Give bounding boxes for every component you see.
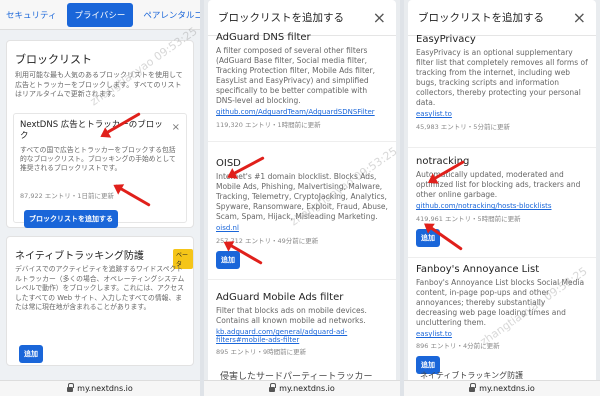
close-icon[interactable]: × — [573, 8, 586, 27]
lock-icon — [469, 383, 477, 392]
item-link[interactable]: easylist.to — [416, 110, 588, 118]
add-button[interactable]: 追加 — [216, 251, 240, 269]
item-link[interactable]: oisd.nl — [216, 224, 388, 232]
item-meta: 119,320 エントリ・1時間前に更新 — [216, 121, 321, 129]
tab-bar: セキュリティ プライバシー ペアレンタルコント — [0, 0, 200, 30]
item-meta: 419,961 エントリ・5時間前に更新 — [416, 215, 521, 223]
blocklist-item-adguard-mobile: AdGuard Mobile Ads filter Filter that bl… — [208, 288, 396, 372]
blocklist-item-fanboy: Fanboy's Annoyance List Fanboy's Annoyan… — [408, 260, 596, 374]
modal-header: ブロックリストを追加する × — [208, 0, 396, 36]
add-blocklist-button[interactable]: ブロックリストを追加する — [24, 210, 118, 228]
close-icon[interactable]: × — [373, 8, 386, 27]
item-description: EasyPrivacy is an optional supplementary… — [416, 48, 588, 107]
url-text: my.nextdns.io — [77, 384, 133, 393]
url-bar: my.nextdns.io — [204, 380, 400, 396]
add-blocklist-modal: ブロックリストを追加する × EasyPrivacy EasyPrivacy i… — [408, 0, 596, 380]
blocklist-item-notracking: notracking Automatically updated, modera… — [408, 150, 596, 258]
item-meta: 896 エントリ・4分前に更新 — [416, 342, 500, 350]
item-link[interactable]: kb.adguard.com/general/adguard-ad-filter… — [216, 328, 388, 344]
add-blocklist-panel: ブロックリストを追加する × AdGuard DNS filter A filt… — [204, 0, 400, 396]
tab-security[interactable]: セキュリティ — [0, 9, 63, 21]
item-description: Internet's #1 domain blocklist. Blocks A… — [216, 172, 388, 221]
item-link[interactable]: easylist.to — [416, 330, 588, 338]
add-button[interactable]: 追加 — [19, 345, 43, 363]
item-meta: 45,983 エントリ・5分前に更新 — [416, 123, 510, 131]
tab-parental-control[interactable]: ペアレンタルコント — [137, 9, 200, 21]
item-title: EasyPrivacy — [416, 34, 476, 45]
url-bar: my.nextdns.io — [0, 380, 200, 396]
blocklist-item-adguard-dns: AdGuard DNS filter A filter composed of … — [208, 32, 396, 142]
tab-privacy[interactable]: プライバシー — [66, 2, 134, 27]
native-tracking-heading: ネイティブトラッキング防護 — [15, 251, 144, 262]
item-title: AdGuard DNS filter — [216, 32, 311, 42]
lock-icon — [67, 383, 75, 392]
item-meta: 257,712 エントリ・49分前に更新 — [216, 237, 319, 245]
lock-icon — [269, 383, 277, 392]
url-text: my.nextdns.io — [479, 384, 535, 393]
item-title: notracking — [416, 156, 470, 167]
modal-title: ブロックリストを追加する — [418, 12, 544, 24]
url-text: my.nextdns.io — [279, 384, 335, 393]
item-title: Fanboy's Annoyance List — [416, 264, 540, 275]
blocklist-description: 利用可能な最も人気のあるブロックリストを使用して広告とトラッカーをブロックします… — [15, 71, 183, 98]
nextdns-meta: 87,922 エントリ・1日前に更新 — [20, 192, 114, 200]
blocklist-heading: ブロックリスト — [15, 53, 92, 66]
add-blocklist-modal: ブロックリストを追加する × AdGuard DNS filter A filt… — [208, 0, 396, 380]
item-link[interactable]: github.com/notracking/hosts-blocklists — [416, 202, 588, 210]
url-bar: my.nextdns.io — [404, 380, 600, 396]
item-description: Fanboy's Annoyance List blocks Social Me… — [416, 278, 585, 327]
add-blocklist-panel: ブロックリストを追加する × EasyPrivacy EasyPrivacy i… — [404, 0, 600, 396]
remove-icon[interactable]: × — [172, 122, 180, 133]
modal-title: ブロックリストを追加する — [218, 12, 344, 24]
nextdns-description: すべての国で広告とトラッカーをブロックする包括的なブロックリスト。ブロッキングの… — [20, 146, 176, 172]
blocklist-item-easyprivacy: EasyPrivacy EasyPrivacy is an optional s… — [408, 34, 596, 148]
item-link[interactable]: github.com/AdguardTeam/AdguardSDNSFilter — [216, 108, 388, 116]
modal-header: ブロックリストを追加する × — [408, 0, 596, 36]
native-tracking-card: ネイティブトラッキング防護 ベータ デバイスでのアクティビティを追跡するワイドス… — [6, 236, 194, 366]
native-tracking-description: デバイスでのアクティビティを追跡するワイドスペクトルトラッカー（多くの場合、オペ… — [15, 265, 185, 311]
item-title: AdGuard Mobile Ads filter — [216, 292, 344, 303]
item-meta: 895 エントリ・9時間前に更新 — [216, 348, 307, 356]
nextdns-title: NextDNS 広告とトラッカーのブロック — [20, 120, 163, 141]
settings-panel: セキュリティ プライバシー ペアレンタルコント ブロックリスト 利用可能な最も人… — [0, 0, 200, 396]
item-description: A filter composed of several other filte… — [216, 46, 376, 105]
item-description: Filter that blocks ads on mobile devices… — [216, 306, 367, 325]
